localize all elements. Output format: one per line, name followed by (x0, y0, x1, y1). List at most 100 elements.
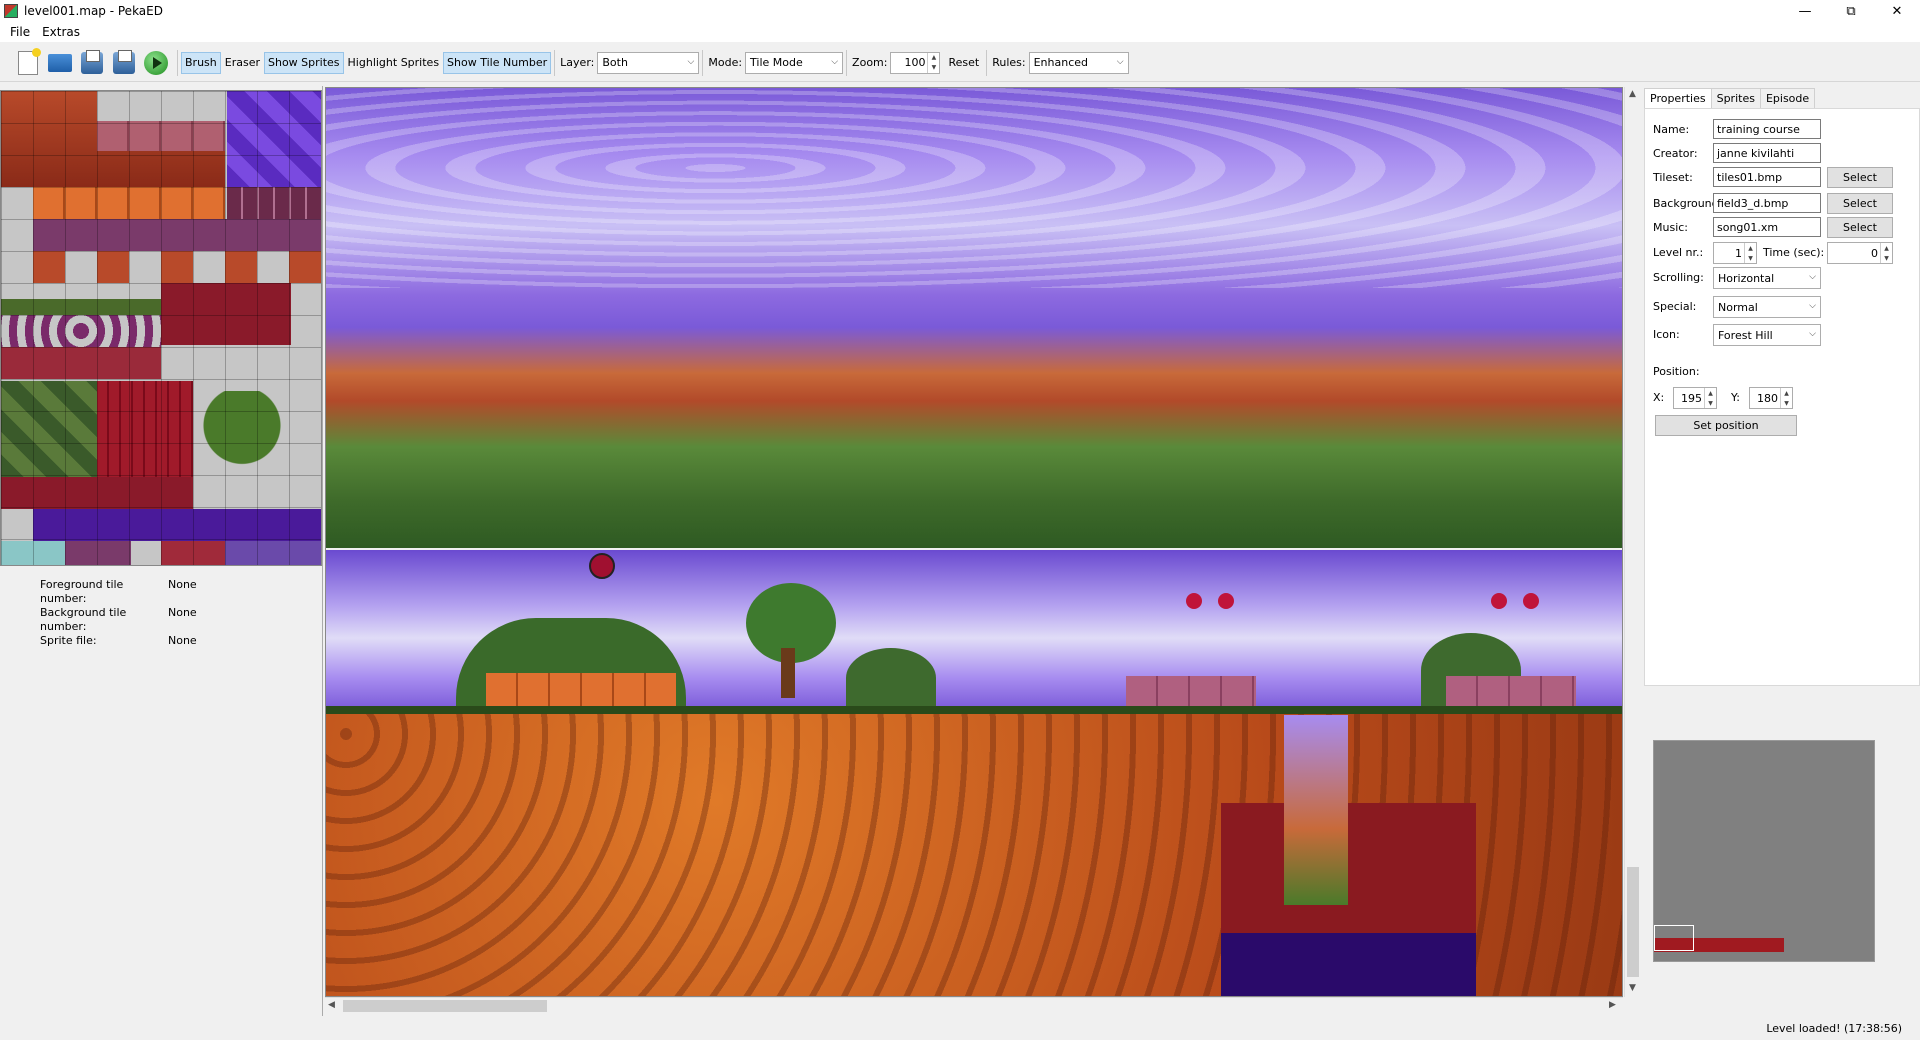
level-number-spinner[interactable]: 1 ▲ ▼ (1713, 242, 1757, 264)
chevron-down-icon: ⌵ (831, 56, 839, 67)
horizontal-scroll-thumb[interactable] (343, 1000, 547, 1012)
time-spinner[interactable]: 0 ▲ ▼ (1827, 242, 1893, 264)
icon-label: Icon: (1653, 328, 1680, 341)
level-number-value: 1 (1735, 246, 1742, 260)
scroll-left-icon[interactable]: ◀ (328, 1000, 335, 1010)
window-title: level001.map - PekaED (24, 4, 163, 18)
background-field[interactable]: field3_d.bmp (1713, 193, 1821, 213)
layer-select-value: Both (602, 56, 628, 69)
menu-file[interactable]: File (4, 25, 36, 39)
set-position-button[interactable]: Set position (1655, 415, 1797, 436)
spin-up-icon[interactable]: ▲ (1884, 245, 1889, 252)
highlight-sprites-toggle[interactable]: Highlight Sprites (344, 52, 444, 74)
music-field[interactable]: song01.xm (1713, 217, 1821, 237)
spin-up-icon[interactable]: ▲ (1708, 390, 1713, 397)
show-sprites-toggle[interactable]: Show Sprites (263, 51, 344, 74)
fg-tile-label: Foreground tile number: (40, 578, 124, 605)
music-select-button[interactable]: Select (1827, 217, 1893, 238)
save-as-icon[interactable] (110, 49, 138, 77)
position-y-spinner[interactable]: 180 ▲ ▼ (1749, 387, 1793, 409)
sprite-file-value: None (168, 634, 197, 647)
position-x-label: X: (1653, 391, 1665, 404)
rules-select[interactable]: Enhanced ⌵ (1028, 51, 1129, 74)
spin-up-icon[interactable]: ▲ (932, 54, 937, 61)
name-field[interactable]: training course (1713, 119, 1821, 139)
chevron-down-icon: ⌵ (1809, 301, 1816, 311)
spin-down-icon[interactable]: ▼ (1748, 255, 1753, 262)
minimap[interactable] (1653, 740, 1875, 962)
menu-bar: File Extras (0, 22, 1920, 42)
zoom-label: Zoom: (852, 56, 888, 69)
position-x-value: 195 (1681, 391, 1702, 405)
tileset-select-button[interactable]: Select (1827, 167, 1893, 188)
maximize-button[interactable]: ⧉ (1828, 0, 1874, 22)
special-label: Special: (1653, 300, 1697, 313)
zoom-spinner[interactable]: 100 ▲ ▼ (890, 51, 941, 74)
spin-down-icon[interactable]: ▼ (1784, 400, 1789, 407)
chevron-down-icon: ⌵ (687, 56, 695, 67)
scrolling-select-value: Horizontal (1718, 271, 1775, 285)
tile-info: Foreground tile number: None Background t… (40, 578, 197, 648)
toolbar: Brush Eraser Show Sprites Highlight Spri… (0, 44, 1920, 82)
scroll-down-icon[interactable]: ▼ (1629, 983, 1636, 993)
tab-episode[interactable]: Episode (1759, 88, 1816, 108)
position-y-value: 180 (1757, 391, 1778, 405)
layer-select[interactable]: Both ⌵ (597, 51, 700, 74)
minimize-button[interactable]: — (1782, 0, 1828, 22)
tab-sprites[interactable]: Sprites (1710, 88, 1761, 108)
bg-tile-label: Background tile number: (40, 606, 127, 633)
brush-button[interactable]: Brush (181, 51, 221, 74)
reset-zoom-button[interactable]: Reset (944, 52, 983, 74)
spin-down-icon[interactable]: ▼ (1708, 400, 1713, 407)
bg-tile-value: None (168, 606, 197, 619)
tileset-label: Tileset: (1653, 171, 1693, 184)
show-tile-number-toggle[interactable]: Show Tile Number (443, 51, 552, 74)
background-select-button[interactable]: Select (1827, 193, 1893, 214)
map-horizontal-scrollbar[interactable]: ◀ ▶ (325, 997, 1623, 1013)
spin-up-icon[interactable]: ▲ (1748, 245, 1753, 252)
rules-label: Rules: (992, 56, 1026, 69)
mode-select[interactable]: Tile Mode ⌵ (745, 51, 844, 74)
mode-label: Mode: (708, 56, 743, 69)
scroll-up-icon[interactable]: ▲ (1629, 89, 1636, 99)
tab-properties[interactable]: Properties (1644, 88, 1712, 108)
open-folder-icon[interactable] (46, 49, 74, 77)
scrolling-select[interactable]: Horizontal ⌵ (1713, 267, 1821, 289)
mode-select-value: Tile Mode (750, 56, 803, 69)
new-file-icon[interactable] (14, 47, 42, 77)
scroll-right-icon[interactable]: ▶ (1609, 1000, 1616, 1010)
play-test-icon[interactable] (142, 49, 170, 77)
name-label: Name: (1653, 123, 1690, 136)
music-label: Music: (1653, 221, 1689, 234)
save-icon[interactable] (78, 49, 106, 77)
position-x-spinner[interactable]: 195 ▲ ▼ (1673, 387, 1717, 409)
sprite-file-label: Sprite file: (40, 634, 97, 647)
map-canvas[interactable] (325, 87, 1623, 997)
layer-label: Layer: (560, 56, 595, 69)
scrolling-label: Scrolling: (1653, 271, 1704, 284)
menu-extras[interactable]: Extras (36, 25, 86, 39)
tileset-field[interactable]: tiles01.bmp (1713, 167, 1821, 187)
eraser-button[interactable]: Eraser (221, 52, 264, 74)
special-select[interactable]: Normal ⌵ (1713, 296, 1821, 318)
level-number-label: Level nr.: (1653, 246, 1704, 259)
special-select-value: Normal (1718, 300, 1758, 314)
map-vertical-scrollbar[interactable]: ▲ ▼ (1624, 87, 1640, 997)
position-label: Position: (1653, 365, 1700, 378)
tileset-palette[interactable] (0, 90, 322, 566)
position-y-label: Y: (1731, 391, 1740, 404)
chevron-down-icon: ⌵ (1116, 56, 1124, 67)
vertical-scroll-thumb[interactable] (1627, 867, 1639, 977)
close-button[interactable]: ✕ (1874, 0, 1920, 22)
spin-down-icon[interactable]: ▼ (1884, 255, 1889, 262)
rules-select-value: Enhanced (1033, 56, 1088, 69)
icon-select[interactable]: Forest Hill ⌵ (1713, 324, 1821, 346)
spin-up-icon[interactable]: ▲ (1784, 390, 1789, 397)
time-label: Time (sec): (1763, 246, 1825, 259)
status-text: Level loaded! (17:38:56) (1766, 1021, 1902, 1035)
spin-down-icon[interactable]: ▼ (932, 64, 937, 71)
minimap-viewport[interactable] (1654, 925, 1694, 951)
creator-label: Creator: (1653, 147, 1698, 160)
time-value: 0 (1871, 246, 1878, 260)
creator-field[interactable]: janne kivilahti (1713, 143, 1821, 163)
